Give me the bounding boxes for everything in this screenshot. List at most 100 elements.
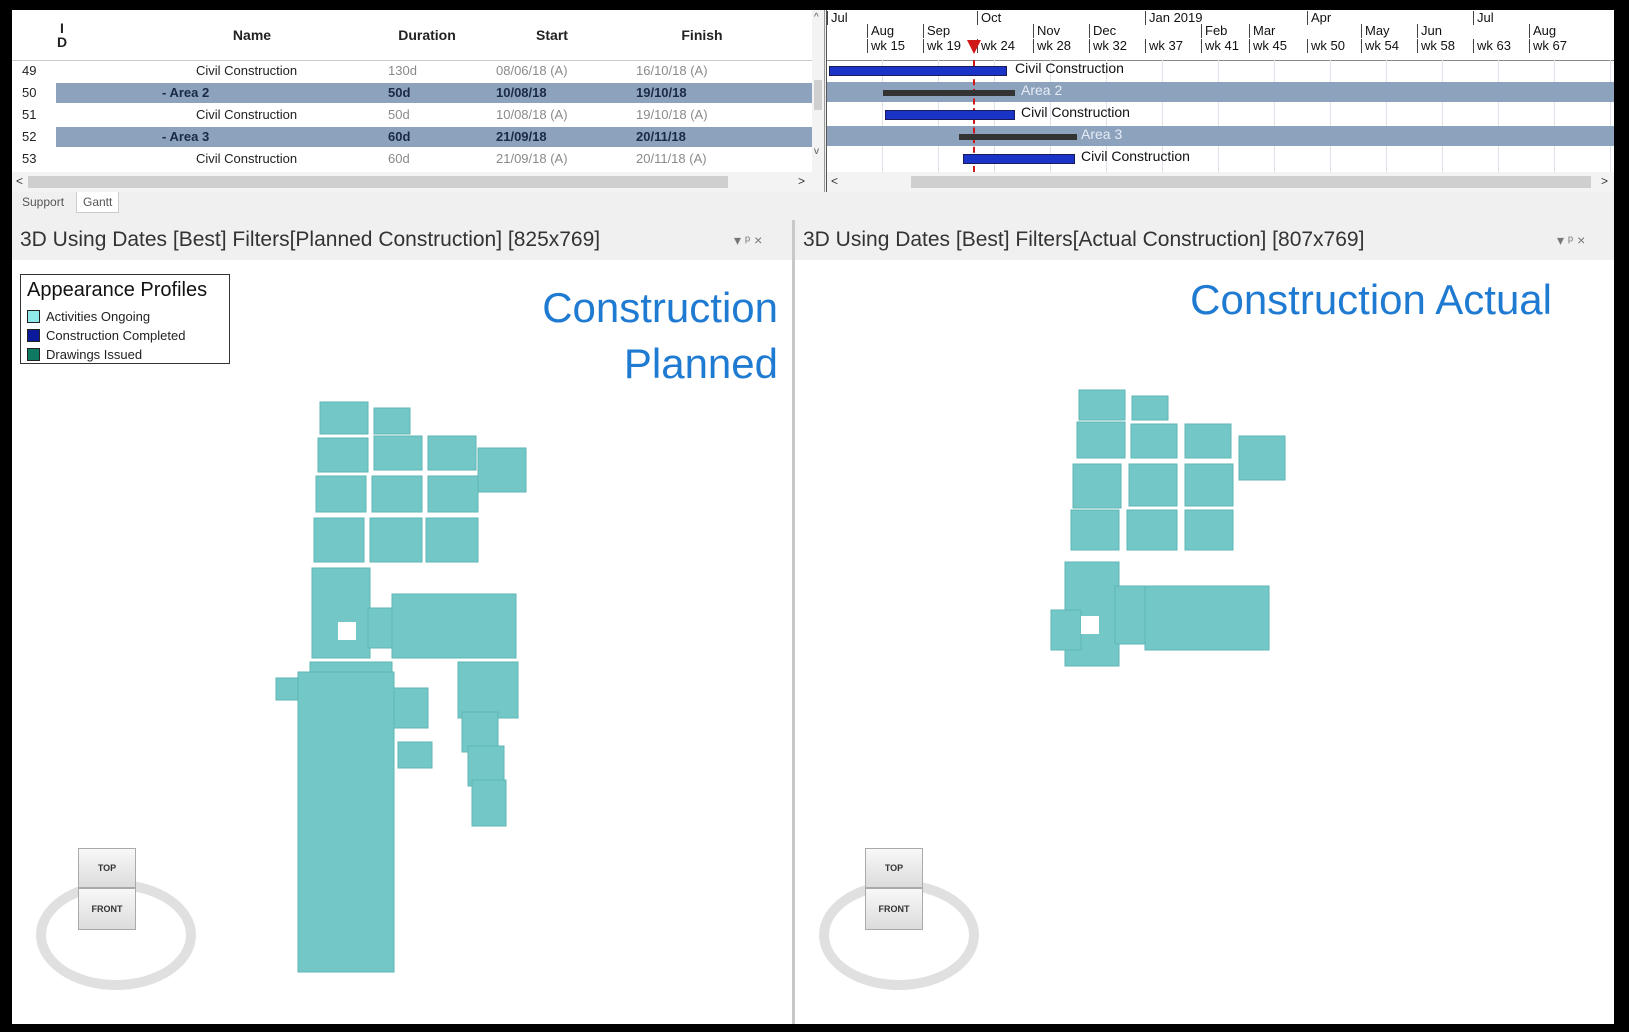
table-vertical-scrollbar[interactable]: ^ v (812, 10, 824, 192)
week-label: wk 19 (923, 39, 961, 53)
scroll-thumb[interactable] (814, 80, 822, 110)
bar-label: Civil Construction (1081, 148, 1190, 164)
planned-3d-viewport[interactable]: 3D Using Dates [Best] Filters[Planned Co… (12, 220, 792, 1024)
col-finish-header[interactable]: Finish (632, 10, 772, 60)
month-label: Jan 2019 (1145, 11, 1203, 25)
row-id: 53 (22, 151, 37, 166)
gantt-horizontal-scrollbar[interactable]: < > (827, 172, 1614, 192)
app-window: I D Name Duration Start Finish 49 Civil … (12, 10, 1614, 1024)
month-label: Aug (1529, 24, 1556, 38)
week-label: wk 50 (1307, 39, 1345, 53)
week-label: wk 37 (1145, 39, 1183, 53)
row-id: 51 (22, 107, 37, 122)
month-label: Sep (923, 24, 950, 38)
gantt-summary-band (827, 126, 1614, 146)
row-id: 52 (22, 129, 37, 144)
scroll-up-icon[interactable]: ^ (814, 12, 819, 23)
tab-gantt[interactable]: Gantt (76, 192, 120, 213)
bar-label: Area 3 (1081, 126, 1123, 142)
bar-label: Civil Construction (1021, 104, 1130, 120)
month-label: Jul (827, 11, 848, 25)
building-blocks (275, 401, 527, 973)
week-label: wk 24 (977, 39, 1015, 53)
month-label: Mar (1249, 24, 1275, 38)
week-label: wk 15 (867, 39, 905, 53)
scroll-down-icon[interactable]: v (814, 146, 819, 157)
table-row[interactable]: 52 - Area 3 60d 21/09/18 20/11/18 (12, 126, 812, 148)
scroll-right-icon[interactable]: > (1601, 174, 1608, 188)
navcube-top[interactable]: TOP (865, 848, 923, 888)
row-start: 10/08/18 (496, 85, 547, 100)
table-row[interactable]: 53 Civil Construction 60d 21/09/18 (A) 2… (12, 148, 812, 170)
row-duration: 50d (388, 85, 411, 100)
col-start-header[interactable]: Start (492, 10, 612, 60)
today-marker-icon (967, 40, 981, 54)
month-label: Dec (1089, 24, 1116, 38)
row-start: 08/06/18 (A) (496, 63, 568, 78)
pane-title: 3D Using Dates [Best] Filters[Actual Con… (795, 220, 1614, 260)
row-name: Civil Construction (196, 63, 298, 78)
month-label: Oct (977, 11, 1001, 25)
model-void (338, 622, 356, 640)
week-label: wk 45 (1249, 39, 1287, 53)
month-label: Jun (1417, 24, 1442, 38)
table-row[interactable]: 51 Civil Construction 50d 10/08/18 (A) 1… (12, 104, 812, 126)
row-duration: 60d (388, 151, 410, 166)
row-id: 49 (22, 63, 37, 78)
summary-bar[interactable] (883, 90, 1015, 96)
week-label: wk 67 (1529, 39, 1567, 53)
scroll-thumb[interactable] (28, 176, 728, 188)
week-label: wk 32 (1089, 39, 1127, 53)
week-label: wk 63 (1473, 39, 1511, 53)
pane-title: 3D Using Dates [Best] Filters[Planned Co… (12, 220, 792, 260)
month-label: Aug (867, 24, 894, 38)
navcube-front[interactable]: FRONT (865, 888, 923, 930)
pane-controls[interactable]: ▾ ᵖ × (734, 232, 762, 249)
col-name-header[interactable]: Name (152, 10, 352, 60)
actual-3d-viewport[interactable]: 3D Using Dates [Best] Filters[Actual Con… (795, 220, 1614, 1024)
week-label: wk 58 (1417, 39, 1455, 53)
month-label: Nov (1033, 24, 1060, 38)
scroll-left-icon[interactable]: < (16, 174, 23, 188)
week-label: wk 28 (1033, 39, 1071, 53)
row-finish: 20/11/18 (A) (636, 151, 707, 166)
task-table: I D Name Duration Start Finish 49 Civil … (12, 10, 825, 192)
timescale: Jul Aug Sep Oct Nov Dec Jan 2019 Feb Mar… (827, 10, 1614, 61)
row-id: 50 (22, 85, 37, 100)
view-tabs: Support Gantt (12, 192, 1614, 214)
row-start: 10/08/18 (A) (496, 107, 568, 122)
row-finish: 16/10/18 (A) (636, 63, 708, 78)
row-name: Civil Construction (196, 151, 298, 166)
row-duration: 60d (388, 129, 411, 144)
bar-label: Civil Construction (1015, 60, 1124, 76)
row-start: 21/09/18 (496, 129, 547, 144)
model-void (1081, 616, 1099, 634)
week-label: wk 54 (1361, 39, 1399, 53)
table-row[interactable]: 50 - Area 2 50d 10/08/18 19/10/18 (12, 82, 812, 104)
pane-controls[interactable]: ▾ ᵖ × (1557, 232, 1585, 249)
row-name: Civil Construction (196, 107, 298, 122)
scroll-thumb[interactable] (911, 176, 1591, 188)
table-header: I D Name Duration Start Finish (12, 10, 812, 61)
col-duration-header[interactable]: Duration (372, 10, 482, 60)
task-bar[interactable] (885, 110, 1015, 120)
task-bar[interactable] (963, 154, 1075, 164)
row-duration: 50d (388, 107, 410, 122)
table-horizontal-scrollbar[interactable]: < > (12, 172, 812, 192)
month-label: May (1361, 24, 1390, 38)
scroll-left-icon[interactable]: < (831, 174, 838, 188)
navcube-front[interactable]: FRONT (78, 888, 136, 930)
row-name: - Area 3 (162, 129, 210, 144)
task-bar[interactable] (829, 66, 1007, 76)
scroll-right-icon[interactable]: > (798, 174, 805, 188)
col-id-header[interactable]: I D (50, 10, 74, 60)
row-name: - Area 2 (162, 85, 210, 100)
summary-bar[interactable] (959, 134, 1077, 140)
navcube-top[interactable]: TOP (78, 848, 136, 888)
table-row[interactable]: 49 Civil Construction 130d 08/06/18 (A) … (12, 60, 812, 82)
tab-support[interactable]: Support (16, 192, 70, 212)
row-finish: 20/11/18 (636, 129, 686, 144)
month-label: Jul (1473, 11, 1494, 25)
row-start: 21/09/18 (A) (496, 151, 568, 166)
month-label: Feb (1201, 24, 1227, 38)
